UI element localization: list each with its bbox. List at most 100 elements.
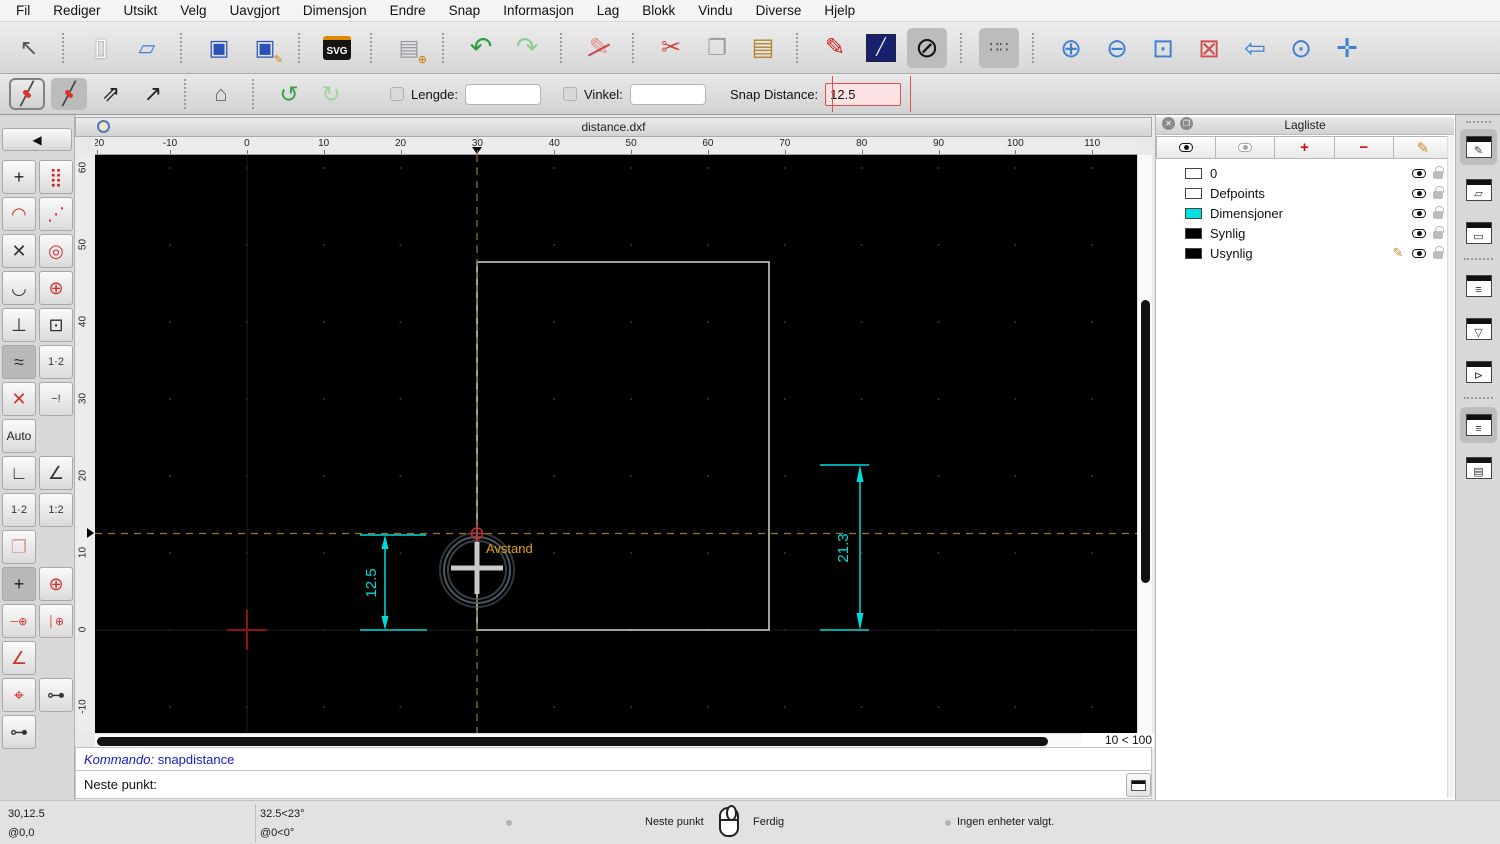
snap-coordinate-button[interactable]: ∟ — [2, 456, 36, 490]
menu-informasjon[interactable]: Informasjon — [503, 3, 574, 18]
restrict-nothing-button[interactable]: + — [2, 567, 36, 601]
layer-hide-all-button[interactable] — [1215, 136, 1275, 159]
set-relative-zero-button[interactable]: ⌖ — [2, 678, 36, 712]
command-window-toggle-button[interactable] — [1126, 773, 1151, 797]
snap-perpendicular-button[interactable]: ⊥ — [2, 308, 36, 342]
zoom-in-button[interactable]: ⊕ — [1051, 28, 1091, 68]
rectangle-entity[interactable] — [477, 262, 769, 630]
snap-on-entity-button[interactable]: ⋰ — [39, 197, 73, 231]
layer-add-button[interactable]: + — [1274, 136, 1334, 159]
line-vector-button[interactable]: ↗ — [135, 78, 171, 110]
layer-visibility-eye-icon[interactable] — [1412, 249, 1426, 258]
palette-back-button[interactable]: ◀ — [2, 128, 72, 151]
layer-panel-titlebar[interactable]: Lagliste — [1156, 117, 1454, 135]
lock-relative-zero-button[interactable]: ⊶ — [39, 678, 73, 712]
snap-info-button[interactable]: −! — [39, 382, 73, 416]
layer-row-usynlig[interactable]: Usynlig✎ — [1157, 243, 1447, 263]
layer-remove-button[interactable]: − — [1334, 136, 1394, 159]
zoom-selection-button[interactable]: ⊠ — [1189, 28, 1229, 68]
svg-export-button[interactable]: SVG — [317, 28, 357, 68]
file-new-button[interactable]: ▯ — [81, 28, 121, 68]
restrict-orthogonal-button[interactable]: ⊕ — [39, 567, 73, 601]
menu-vindu[interactable]: Vindu — [698, 3, 732, 18]
layer-lock-icon[interactable] — [1433, 231, 1443, 239]
select-reference-button[interactable]: ❐ — [2, 530, 36, 564]
dimension-21-3[interactable]: 21.3 — [820, 465, 869, 630]
copy-button[interactable]: ❐ — [697, 28, 737, 68]
restrict-horizontal-button[interactable]: ─⊕ — [2, 604, 36, 638]
dimension-12-5[interactable]: 12.5 — [360, 535, 427, 630]
snap-free-button[interactable]: + — [2, 160, 36, 194]
line-angle-button[interactable]: ⇗ — [93, 78, 129, 110]
layer-row-dimensjoner[interactable]: Dimensjoner — [1157, 203, 1447, 223]
snap-intersection-button[interactable]: ✕ — [2, 234, 36, 268]
dock-selection-filter-button[interactable]: ▽ — [1460, 311, 1497, 347]
snap-intersection-manual-button[interactable]: ✕ — [2, 382, 36, 416]
dock-clipboard-button[interactable]: ▤ — [1460, 450, 1497, 486]
snap-tangent-button[interactable]: ◡ — [2, 271, 36, 305]
snap-rel-cartesian-button[interactable]: 1·2 — [2, 493, 36, 527]
drawing-canvas[interactable]: 12.5 21.3 Avstand — [95, 155, 1137, 733]
angle-checkbox[interactable] — [563, 87, 577, 101]
dock-layer-list-button[interactable]: ≡ — [1460, 268, 1497, 304]
layer-panel-scrollbar[interactable] — [1447, 136, 1454, 798]
menu-uavgjort[interactable]: Uavgjort — [230, 3, 280, 18]
layer-row-defpoints[interactable]: Defpoints — [1157, 183, 1447, 203]
node-undo-button[interactable]: ↺ — [271, 78, 307, 110]
length-input[interactable] — [465, 84, 541, 105]
layer-lock-icon[interactable] — [1433, 211, 1443, 219]
select-tool-button[interactable]: ↖ — [9, 28, 49, 68]
dock-grip[interactable] — [1466, 121, 1491, 123]
node-redo-button[interactable]: ↻ — [313, 78, 349, 110]
layer-edit-button[interactable]: ✎ — [1393, 136, 1453, 159]
layer-row-0[interactable]: 0 — [1157, 163, 1447, 183]
relative-zero-key-button[interactable]: ⊶ — [2, 715, 36, 749]
dock-command-line-button[interactable]: ≡ — [1460, 407, 1497, 443]
horizontal-scrollbar-handle[interactable] — [97, 737, 1048, 746]
line-2p-button[interactable]: ╱ — [51, 78, 87, 110]
restrict-vertical-button[interactable]: │⊕ — [39, 604, 73, 638]
layer-visibility-eye-icon[interactable] — [1412, 189, 1426, 198]
layer-visibility-eye-icon[interactable] — [1412, 209, 1426, 218]
grid-toggle-button[interactable]: ∷∷ — [979, 28, 1019, 68]
snap-endpoints-button[interactable]: ◠ — [2, 197, 36, 231]
menu-utsikt[interactable]: Utsikt — [124, 3, 158, 18]
float-panel-icon[interactable]: ❐ — [1180, 117, 1193, 130]
menu-endre[interactable]: Endre — [390, 3, 426, 18]
layer-show-all-button[interactable] — [1156, 136, 1216, 159]
layer-lock-icon[interactable] — [1433, 171, 1443, 179]
length-checkbox[interactable] — [390, 87, 404, 101]
menu-snap[interactable]: Snap — [449, 3, 481, 18]
vertical-scrollbar[interactable] — [1137, 155, 1152, 733]
horizontal-scrollbar[interactable] — [95, 733, 1087, 748]
layer-visibility-eye-icon[interactable] — [1412, 169, 1426, 178]
vertical-scrollbar-handle[interactable] — [1141, 300, 1150, 583]
file-save-as-button[interactable]: ▣✎ — [245, 28, 285, 68]
redo-button[interactable]: ↷ — [507, 28, 547, 68]
menu-rediger[interactable]: Rediger — [53, 3, 100, 18]
line-2p-ref-button[interactable]: ╱ — [9, 78, 45, 110]
zoom-auto-button[interactable]: ⊡ — [1143, 28, 1183, 68]
dock-property-editor-button[interactable]: ✎ — [1460, 129, 1497, 165]
paste-button[interactable]: ▤ — [743, 28, 783, 68]
erase-button[interactable]: ✎ — [579, 28, 619, 68]
layer-visibility-eye-icon[interactable] — [1412, 229, 1426, 238]
angle-input[interactable] — [630, 84, 706, 105]
menu-blokk[interactable]: Blokk — [642, 3, 675, 18]
undo-button[interactable]: ↶ — [461, 28, 501, 68]
draw-pencil-button[interactable]: ✎ — [815, 28, 855, 68]
snap-distance-points-button[interactable]: 1·2 — [39, 345, 73, 379]
menu-hjelp[interactable]: Hjelp — [824, 3, 855, 18]
print-preview-button[interactable]: ▤⊕ — [389, 28, 429, 68]
menu-diverse[interactable]: Diverse — [756, 3, 802, 18]
snap-restriction-button[interactable]: ≈ — [2, 345, 36, 379]
snap-middle-button[interactable]: ⊡ — [39, 308, 73, 342]
circle-slash-tool-button[interactable]: ⊘ — [907, 28, 947, 68]
zoom-previous-button[interactable]: ⇦ — [1235, 28, 1275, 68]
dock-view-list-button[interactable]: ⊳ — [1460, 354, 1497, 390]
snap-auto-button[interactable]: Auto — [2, 419, 36, 453]
snap-rel-polar-button[interactable]: 1:2 — [39, 493, 73, 527]
snap-grid-button[interactable]: ⣿ — [39, 160, 73, 194]
snap-reference-button[interactable]: ◎ — [39, 234, 73, 268]
restrict-angle-button[interactable]: ∠ — [2, 641, 36, 675]
